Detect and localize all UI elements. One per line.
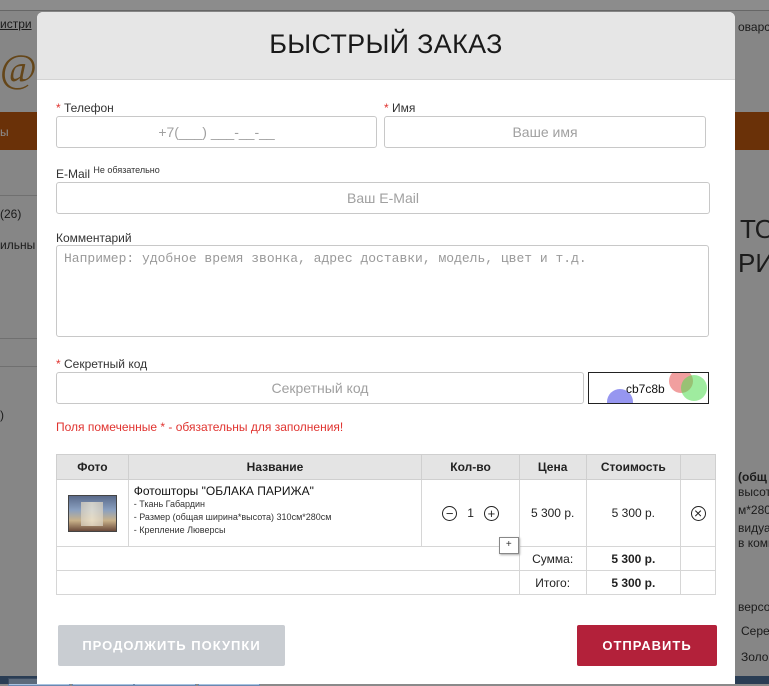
secret-label-text: Секретный код bbox=[64, 357, 148, 371]
order-table: Фото Название Кол-во Цена Стоимость Фото… bbox=[56, 454, 716, 595]
modal-header: БЫСТРЫЙ ЗАКАЗ bbox=[37, 12, 735, 80]
total-row: Итого: 5 300 р. bbox=[56, 570, 716, 595]
product-detail: - Ткань Габардин bbox=[133, 499, 206, 509]
comment-label: Комментарий bbox=[56, 231, 132, 245]
secret-label: * Секретный код bbox=[56, 357, 147, 371]
product-detail: - Крепление Люверсы bbox=[133, 525, 226, 535]
modal-title: БЫСТРЫЙ ЗАКАЗ bbox=[269, 29, 503, 59]
cost-cell: 5 300 р. bbox=[585, 479, 682, 547]
captcha-noise bbox=[681, 375, 707, 401]
required-fields-note: Поля помеченные * - обязательны для запо… bbox=[56, 420, 344, 434]
send-button[interactable]: ОТПРАВИТЬ bbox=[577, 625, 717, 666]
col-cost: Стоимость bbox=[585, 454, 682, 480]
captcha-text: cb7c8b bbox=[626, 382, 665, 396]
col-name: Название bbox=[127, 454, 423, 480]
required-mark: * bbox=[56, 101, 61, 115]
product-name[interactable]: Фотошторы "ОБЛАКА ПАРИЖА" bbox=[134, 484, 417, 498]
sum-row: Сумма: 5 300 р. bbox=[56, 546, 716, 571]
email-label: E-Mail Не обязательно bbox=[56, 165, 160, 181]
sum-value: 5 300 р. bbox=[585, 546, 682, 571]
sum-spacer bbox=[56, 546, 520, 571]
continue-shopping-button[interactable]: ПРОДОЛЖИТЬ ПОКУПКИ bbox=[58, 625, 285, 666]
qty-cell: − 1 + + bbox=[421, 479, 520, 554]
col-qty: Кол-во bbox=[421, 454, 520, 480]
quick-order-modal: БЫСТРЫЙ ЗАКАЗ * Телефон +7(___) ___-__-_… bbox=[37, 12, 735, 684]
quantity-value: 1 bbox=[467, 506, 474, 520]
minus-icon[interactable]: − bbox=[442, 505, 458, 521]
email-input[interactable]: Ваш E-Mail bbox=[56, 182, 710, 214]
phone-input[interactable]: +7(___) ___-__-__ bbox=[56, 116, 377, 148]
remove-cell: × bbox=[680, 479, 716, 547]
quantity-stepper: − 1 + + bbox=[422, 480, 519, 554]
total-label: Итого: bbox=[518, 570, 587, 595]
comment-textarea[interactable]: Например: удобное время звонка, адрес до… bbox=[56, 245, 709, 337]
table-row: Фотошторы "ОБЛАКА ПАРИЖА" - Ткань Габард… bbox=[56, 479, 716, 554]
total-spacer bbox=[56, 570, 520, 595]
name-label-text: Имя bbox=[392, 101, 416, 115]
product-detail: - Размер (общая ширина*высота) 310см*280… bbox=[133, 512, 332, 522]
total-empty bbox=[680, 570, 716, 595]
col-remove bbox=[680, 454, 716, 480]
col-price: Цена bbox=[518, 454, 587, 480]
plus-tooltip: + bbox=[498, 537, 519, 554]
table-header-row: Фото Название Кол-во Цена Стоимость bbox=[56, 454, 716, 480]
phone-label-text: Телефон bbox=[64, 101, 114, 115]
phone-label: * Телефон bbox=[56, 101, 114, 115]
required-mark: * bbox=[384, 101, 389, 115]
plus-icon[interactable]: + bbox=[483, 505, 499, 521]
secret-code-input[interactable]: Секретный код bbox=[56, 372, 584, 404]
name-cell: Фотошторы "ОБЛАКА ПАРИЖА" - Ткань Габард… bbox=[127, 479, 423, 547]
name-input[interactable]: Ваше имя bbox=[384, 116, 706, 148]
photo-cell bbox=[56, 479, 129, 547]
product-thumbnail[interactable] bbox=[67, 494, 117, 532]
required-mark: * bbox=[56, 357, 61, 371]
email-optional-note: Не обязательно bbox=[93, 165, 160, 175]
total-value: 5 300 р. bbox=[585, 570, 682, 595]
sum-label: Сумма: bbox=[518, 546, 587, 571]
captcha-image: cb7c8b bbox=[588, 372, 709, 404]
email-label-text: E-Mail bbox=[56, 167, 91, 181]
sum-empty bbox=[680, 546, 716, 571]
remove-icon[interactable]: × bbox=[690, 505, 706, 521]
col-photo: Фото bbox=[56, 454, 129, 480]
name-label: * Имя bbox=[384, 101, 415, 115]
price-cell: 5 300 р. bbox=[518, 479, 587, 547]
